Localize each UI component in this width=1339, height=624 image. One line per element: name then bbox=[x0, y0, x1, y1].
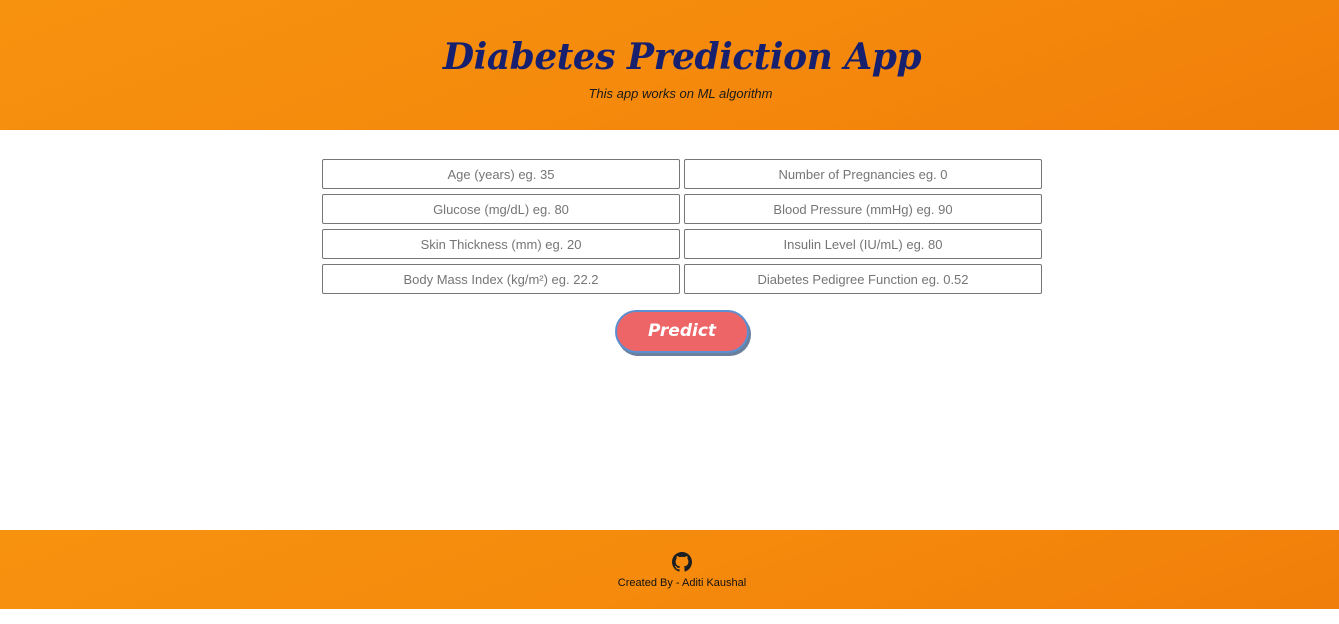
skin-thickness-input[interactable] bbox=[322, 229, 680, 259]
glucose-input[interactable] bbox=[322, 194, 680, 224]
footer-credit: Created By - Aditi Kaushal bbox=[617, 577, 747, 589]
pregnancies-input[interactable] bbox=[684, 159, 1042, 189]
predict-button[interactable]: Predict bbox=[615, 310, 749, 353]
age-input[interactable] bbox=[322, 159, 680, 189]
blood-pressure-input[interactable] bbox=[684, 194, 1042, 224]
app-footer bbox=[0, 530, 1339, 609]
github-icon bbox=[672, 552, 692, 572]
app-title: Diabetes Prediction App bbox=[442, 36, 922, 78]
insulin-input[interactable] bbox=[684, 229, 1042, 259]
github-link[interactable] bbox=[672, 552, 692, 572]
pedigree-function-input[interactable] bbox=[684, 264, 1042, 294]
bmi-input[interactable] bbox=[322, 264, 680, 294]
app-subtitle: This app works on ML algorithm bbox=[588, 86, 773, 101]
